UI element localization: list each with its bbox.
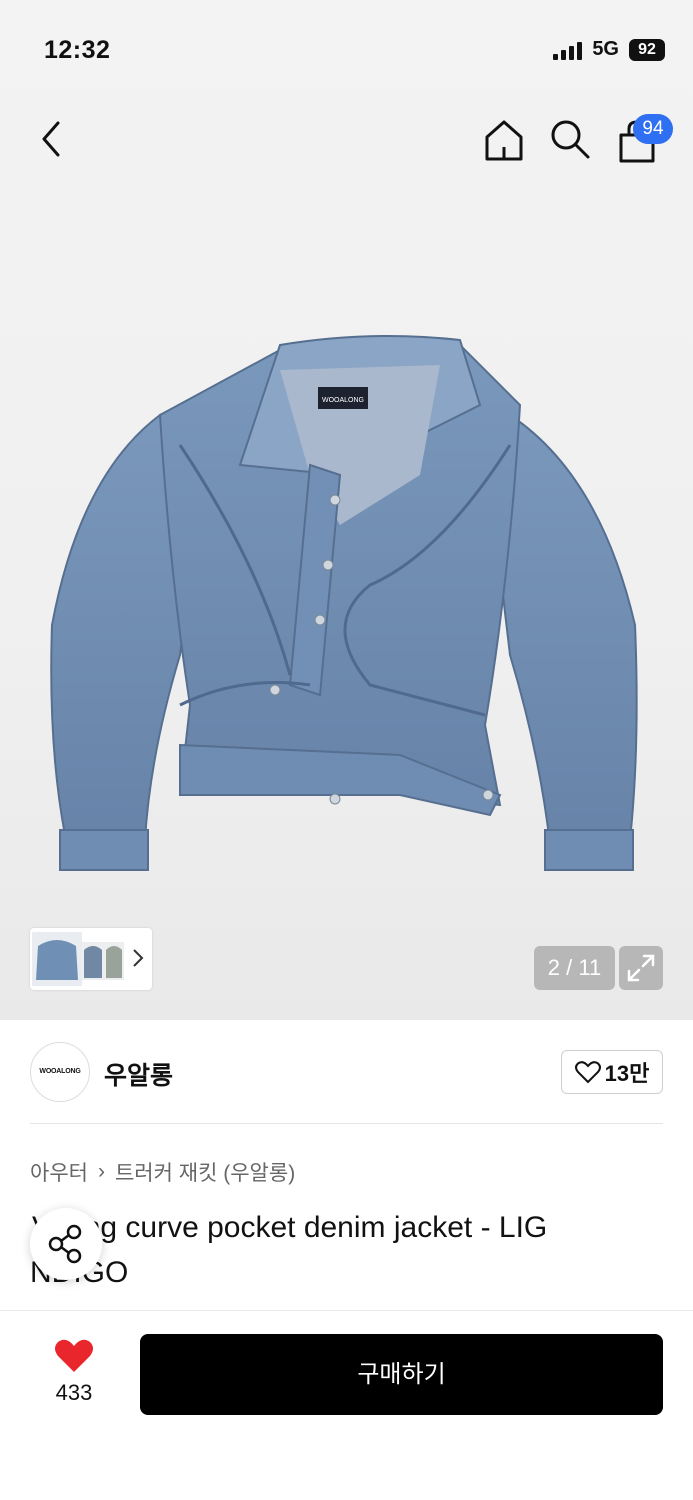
jacket-label: WOOALONG	[322, 397, 364, 404]
wish-count: 433	[55, 1380, 93, 1405]
brand-like-button[interactable]: 13만	[561, 1050, 663, 1094]
brand-name[interactable]: 우알롱	[104, 1056, 173, 1092]
brand-like-count: 13만	[604, 1061, 650, 1086]
search-icon	[551, 120, 590, 159]
network-label: 5G	[592, 38, 619, 60]
thumbnail-images	[32, 932, 124, 986]
battery-icon: 92	[629, 38, 665, 61]
brand-row[interactable]: WOOALONG 우알롱 13만	[30, 1040, 663, 1104]
image-page-indicator: 2 / 11	[534, 946, 615, 990]
status-time: 12:32	[44, 36, 111, 64]
share-button[interactable]	[30, 1208, 102, 1280]
chevron-right-icon: ›	[97, 1160, 105, 1183]
top-nav	[0, 105, 693, 175]
chevron-left-icon	[42, 121, 60, 157]
cart-count-badge: 94	[633, 114, 673, 144]
thumbnail-strip[interactable]	[30, 928, 152, 990]
signal-icon	[553, 40, 583, 60]
breadcrumb-subcategory[interactable]: 트러커 재킷 (우알롱)	[115, 1157, 295, 1187]
product-title-line1: V hing curve pocket denim jacket - LIG	[32, 1211, 548, 1244]
divider	[30, 1123, 663, 1124]
status-bar: 12:32 5G 92	[0, 0, 693, 100]
buy-button[interactable]: 구매하기	[140, 1334, 663, 1415]
breadcrumb: 아우터 › 트러커 재킷 (우알롱)	[30, 1157, 295, 1187]
heart-outline-icon	[574, 1061, 601, 1084]
heart-filled-icon[interactable]	[54, 1338, 94, 1374]
product-title: V hing curve pocket denim jacket - LIG N…	[30, 1205, 670, 1295]
search-button[interactable]	[548, 117, 592, 161]
expand-icon	[627, 954, 655, 982]
chevron-right-icon	[133, 949, 144, 967]
expand-image-button[interactable]	[619, 946, 663, 990]
back-button[interactable]	[30, 117, 74, 161]
status-indicators: 5G 92	[553, 38, 665, 61]
product-title-line2: NDIGO	[30, 1250, 670, 1295]
breadcrumb-category[interactable]: 아우터	[30, 1157, 88, 1187]
home-icon	[485, 120, 523, 161]
brand-logo[interactable]: WOOALONG	[30, 1042, 90, 1102]
home-button[interactable]	[482, 117, 526, 165]
product-image: WOOALONG	[50, 335, 638, 871]
share-icon	[48, 1224, 82, 1264]
